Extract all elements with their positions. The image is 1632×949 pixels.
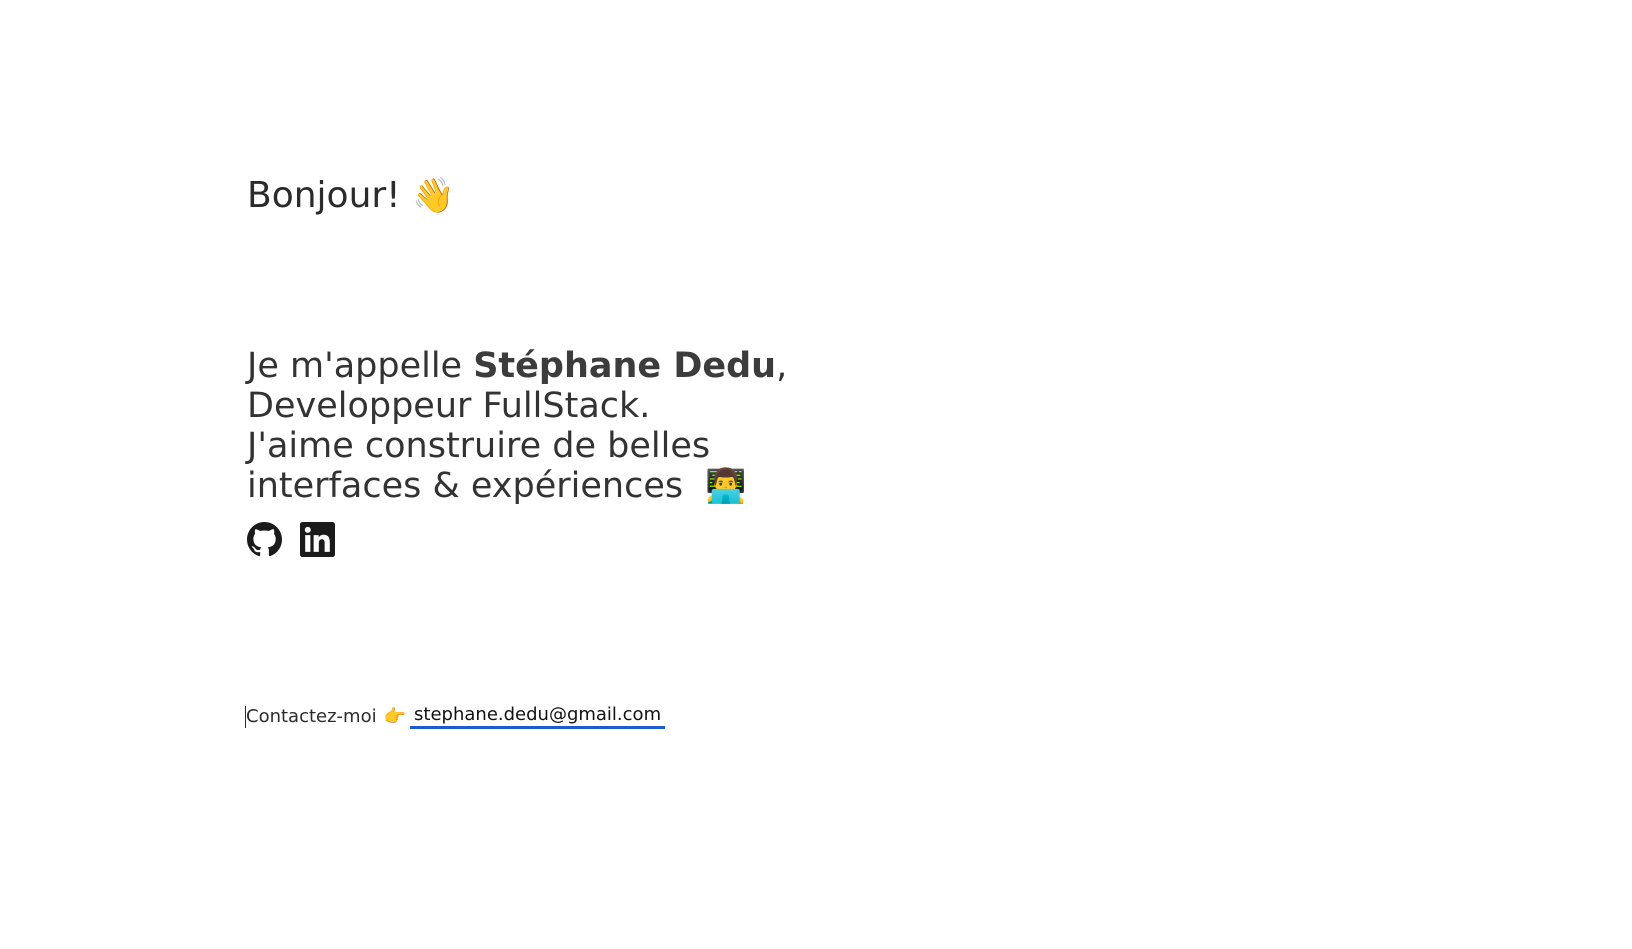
- email-link[interactable]: stephane.dedu@gmail.com: [410, 704, 666, 729]
- github-link[interactable]: [247, 522, 282, 557]
- portfolio-page: Bonjour! 👋 Je m'appelle Stéphane Dedu, D…: [0, 0, 1632, 949]
- contact-label: Contactez-moi: [246, 705, 377, 727]
- tagline-text: interfaces & expériences: [247, 466, 684, 506]
- pointing-hand-icon: 👉: [383, 705, 407, 727]
- intro-line-name: Je m'appelle Stéphane Dedu,: [247, 346, 847, 386]
- intro-line-tagline-2: interfaces & expériences 👨‍💻: [247, 466, 847, 506]
- linkedin-link[interactable]: [300, 522, 335, 557]
- greeting-text: Bonjour!: [247, 175, 401, 216]
- developer-icon: 👨‍💻: [705, 466, 747, 505]
- intro-line-role: Developpeur FullStack.: [247, 386, 651, 426]
- intro-line-tagline-1: J'aime construire de belles: [247, 426, 711, 466]
- intro-prefix: Je m'appelle: [247, 346, 474, 386]
- greeting-heading: Bonjour! 👋: [247, 172, 455, 220]
- author-name: Stéphane Dedu: [473, 346, 777, 386]
- waving-hand-icon: 👋: [412, 176, 455, 216]
- intro-paragraph: Je m'appelle Stéphane Dedu, Developpeur …: [247, 346, 847, 506]
- contact-line: Contactez-moi 👉 stephane.dedu@gmail.com: [245, 704, 666, 729]
- social-links: [247, 522, 335, 557]
- github-icon: [247, 522, 282, 557]
- name-suffix: ,: [776, 346, 788, 386]
- linkedin-icon: [300, 522, 335, 557]
